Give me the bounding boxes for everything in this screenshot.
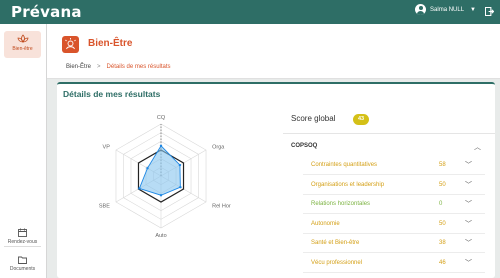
folder-icon: [18, 256, 27, 264]
result-label: Contraintes quantitatives: [311, 162, 378, 168]
result-value: 0: [439, 201, 443, 207]
breadcrumb-separator-icon: >: [97, 64, 101, 70]
app-logo: Prévana: [11, 3, 82, 21]
result-row[interactable]: Organisations et leadership 50 ﹀: [303, 176, 485, 195]
radar-axis-label: VP: [103, 145, 111, 151]
breadcrumb: Bien-Être > Détails de mes résultats: [66, 64, 171, 70]
chevron-down-icon: ▼: [470, 6, 476, 13]
result-value: 38: [439, 240, 446, 246]
result-row[interactable]: Contraintes quantitatives 58 ﹀: [303, 156, 485, 175]
result-value: 50: [439, 181, 446, 188]
result-row[interactable]: Relations horizontales 0 ﹀: [303, 195, 485, 214]
user-menu[interactable]: Salma NULL ▼: [415, 4, 476, 15]
radar-point[interactable]: [159, 144, 163, 148]
chevron-down-icon[interactable]: ﹀: [465, 258, 472, 268]
radar-point[interactable]: [179, 185, 182, 189]
result-row[interactable]: Vécu professionnel 46 ﹀: [303, 254, 485, 273]
sidebar-item-label: Documents: [9, 266, 36, 272]
chevron-down-icon[interactable]: ﹀: [465, 199, 472, 209]
sidebar: Bien-être Rendez-vous Documents: [0, 24, 47, 278]
section-header: Bien-Être Bien-Être > Détails de mes résul…: [47, 24, 500, 79]
radar-axis-label: CQ: [157, 115, 166, 121]
lotus-icon: [17, 34, 28, 43]
sidebar-divider: [4, 246, 41, 247]
result-row[interactable]: Autonomie 50 ﹀: [303, 215, 485, 234]
result-value: 50: [439, 220, 446, 227]
result-label: Vécu professionnel: [311, 259, 363, 266]
wellbeing-icon: [62, 36, 79, 53]
global-score-row: Score global 43: [283, 106, 495, 132]
sidebar-item-label: Bien-être: [12, 46, 33, 52]
sidebar-item-bien-etre[interactable]: Bien-être: [4, 31, 41, 58]
page-title: Bien-Être: [88, 38, 133, 49]
radar-chart: CQ Orga Rel Hor Auto SBE VP: [99, 115, 231, 239]
radar-axis-label: Orga: [212, 145, 225, 151]
radar-axis-label: Rel Hor: [212, 204, 231, 210]
chevron-down-icon[interactable]: ﹀: [465, 219, 472, 229]
radar-point[interactable]: [159, 194, 163, 197]
result-value: 46: [439, 259, 446, 266]
divider: [283, 133, 495, 134]
radar-point[interactable]: [178, 163, 182, 167]
radar-axis-label: SBE: [99, 204, 110, 210]
global-score-badge: 43: [353, 114, 369, 125]
radar-series-score: [138, 145, 181, 196]
result-label: Autonomie: [311, 220, 340, 227]
result-label: Santé et Bien-être: [311, 240, 360, 246]
radar-point[interactable]: [146, 167, 149, 170]
radar-point[interactable]: [138, 187, 141, 190]
sidebar-item-documents[interactable]: Documents: [4, 256, 41, 272]
user-name: Salma NULL: [430, 6, 465, 13]
breadcrumb-root[interactable]: Bien-Être: [66, 64, 91, 70]
copsoq-group-header[interactable]: COPSOQ ︿: [283, 140, 495, 154]
result-label: Organisations et leadership: [311, 181, 385, 188]
group-label: COPSOQ: [291, 143, 318, 149]
sidebar-item-rendez-vous[interactable]: Rendez-vous: [4, 228, 41, 245]
calendar-icon: [18, 228, 27, 237]
logout-icon[interactable]: [485, 7, 494, 16]
result-row[interactable]: Santé et Bien-être 38 ﹀: [303, 234, 485, 253]
chevron-down-icon[interactable]: ﹀: [465, 180, 472, 190]
chevron-down-icon[interactable]: ﹀: [465, 238, 472, 248]
top-bar: Prévana Salma NULL ▼: [0, 0, 500, 24]
breadcrumb-current: Détails de mes résultats: [106, 64, 171, 70]
chevron-down-icon[interactable]: ﹀: [465, 160, 472, 170]
results-card: Détails de mes résultats CQ Orga Rel Hor Au…: [57, 82, 495, 278]
result-value: 58: [439, 162, 446, 168]
chevron-up-icon: ︿: [474, 144, 481, 151]
avatar-icon: [415, 4, 427, 15]
result-label: Relations horizontales: [311, 201, 371, 207]
global-score-label: Score global: [291, 114, 336, 123]
radar-axis-label: Auto: [155, 233, 166, 239]
sidebar-item-label: Rendez-vous: [7, 239, 38, 245]
